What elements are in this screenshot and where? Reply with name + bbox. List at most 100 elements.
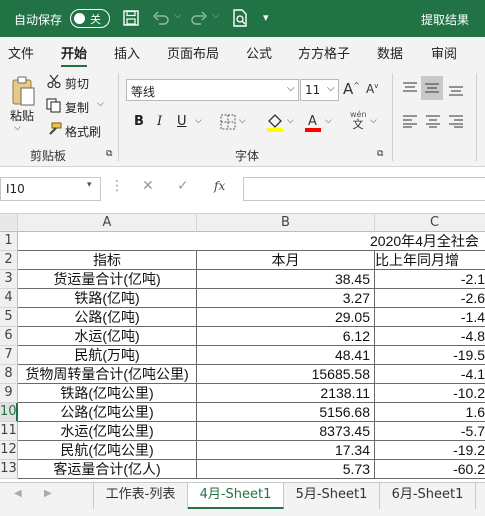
tab-fangfang[interactable]: 方方格子 (298, 43, 350, 62)
header-cell[interactable]: 本月 (197, 251, 375, 270)
redo-icon[interactable] (190, 10, 208, 26)
cut-label[interactable]: 剪切 (65, 75, 89, 92)
table-cell[interactable]: 客运量合计(亿人) (18, 460, 197, 479)
row-header[interactable]: 4 (0, 289, 18, 308)
table-cell[interactable]: 8373.45 (197, 422, 375, 441)
confirm-entry-icon[interactable]: ✓ (177, 178, 189, 194)
table-cell[interactable]: -5.7 (375, 422, 485, 441)
borders-dropdown-icon[interactable]: ⌵ (239, 116, 246, 126)
align-center-icon[interactable] (425, 114, 441, 128)
align-left-icon[interactable] (402, 114, 418, 128)
cancel-entry-icon[interactable]: ✕ (142, 178, 154, 194)
table-cell[interactable]: -19.5 (375, 346, 485, 365)
header-cell[interactable]: 指标 (18, 251, 197, 270)
grow-font-icon[interactable]: A^ (343, 80, 360, 98)
table-cell[interactable]: -19.2 (375, 441, 485, 460)
table-cell[interactable]: 15685.58 (197, 365, 375, 384)
redo-dropdown-icon[interactable]: ⌵ (212, 10, 220, 21)
row-header[interactable]: 1 (0, 232, 18, 251)
table-cell[interactable]: -10.2 (375, 384, 485, 403)
table-cell[interactable]: 6.12 (197, 327, 375, 346)
underline-button[interactable]: U (177, 114, 187, 129)
tab-home[interactable]: 开始 (61, 43, 88, 68)
sheet-tab-april[interactable]: 4月-Sheet1 (188, 483, 284, 509)
underline-dropdown-icon[interactable]: ⌵ (195, 116, 202, 126)
table-cell[interactable]: 2138.11 (197, 384, 375, 403)
table-cell[interactable]: 5.73 (197, 460, 375, 479)
undo-icon[interactable] (152, 10, 170, 26)
print-preview-icon[interactable] (232, 9, 248, 27)
table-cell[interactable]: 水运(亿吨) (18, 327, 197, 346)
table-cell[interactable]: 公路(亿吨公里) (18, 403, 197, 422)
table-cell[interactable]: 公路(亿吨) (18, 308, 197, 327)
save-icon[interactable] (123, 10, 139, 26)
sheet-tab-list[interactable]: 工作表-列表 (93, 483, 188, 509)
table-cell[interactable]: 民航(亿吨公里) (18, 441, 197, 460)
table-cell[interactable]: 货物周转量合计(亿吨公里) (18, 365, 197, 384)
table-cell[interactable]: -1.4 (375, 308, 485, 327)
table-cell[interactable]: -2.6 (375, 289, 485, 308)
select-all-corner[interactable] (0, 214, 18, 232)
shrink-font-icon[interactable]: Av (366, 82, 378, 96)
column-header-c[interactable]: C (375, 214, 485, 232)
row-header[interactable]: 7 (0, 346, 18, 365)
name-box[interactable]: I10 ▾ (0, 177, 101, 201)
cut-icon[interactable] (47, 74, 61, 88)
autosave-toggle[interactable]: 关 (70, 9, 110, 28)
table-cell[interactable]: 17.34 (197, 441, 375, 460)
column-header-b[interactable]: B (197, 214, 375, 232)
table-cell[interactable]: -4.8 (375, 327, 485, 346)
table-cell[interactable]: 38.45 (197, 270, 375, 289)
align-middle-button[interactable] (421, 76, 443, 100)
copy-label[interactable]: 复制 (65, 99, 89, 116)
insert-function-icon[interactable]: fx (214, 179, 225, 193)
bold-button[interactable]: B (134, 114, 144, 129)
paste-dropdown-icon[interactable]: ⌵ (14, 123, 21, 133)
fill-color-icon[interactable] (266, 112, 284, 132)
table-cell[interactable]: 铁路(亿吨公里) (18, 384, 197, 403)
row-header[interactable]: 9 (0, 384, 18, 403)
undo-dropdown-icon[interactable]: ⌵ (174, 10, 182, 21)
format-painter-icon[interactable] (46, 122, 62, 137)
table-cell[interactable]: -4.1 (375, 365, 485, 384)
align-right-icon[interactable] (448, 114, 464, 128)
tab-file[interactable]: 文件 (8, 43, 34, 62)
customize-toolbar-icon[interactable]: ▾ (263, 11, 269, 24)
header-cell[interactable]: 比上年同月增 (375, 251, 485, 270)
table-cell[interactable]: 29.05 (197, 308, 375, 327)
merged-title-cell[interactable] (18, 232, 375, 251)
paste-icon[interactable] (10, 75, 36, 107)
table-cell[interactable]: 3.27 (197, 289, 375, 308)
row-header[interactable]: 3 (0, 270, 18, 289)
phonetic-guide-icon[interactable]: wén 文 (350, 111, 367, 131)
tab-formulas[interactable]: 公式 (246, 43, 272, 62)
table-cell[interactable]: 民航(万吨) (18, 346, 197, 365)
row-header[interactable]: 8 (0, 365, 18, 384)
format-painter-label[interactable]: 格式刷 (65, 123, 101, 140)
copy-icon[interactable] (46, 98, 61, 113)
font-color-dropdown-icon[interactable]: ⌵ (325, 116, 332, 126)
table-cell[interactable]: 5156.68 (197, 403, 375, 422)
table-cell[interactable]: 1.6 (375, 403, 485, 422)
formula-bar-drag-handle-icon[interactable]: ⋮ (110, 178, 124, 194)
align-top-icon[interactable] (402, 81, 418, 95)
clipboard-launcher-icon[interactable]: ⧉ (106, 149, 112, 159)
font-size-select[interactable]: 11 ⌵ (300, 79, 339, 101)
phonetic-dropdown-icon[interactable]: ⌵ (370, 116, 377, 126)
italic-button[interactable]: I (157, 114, 162, 129)
font-launcher-icon[interactable]: ⧉ (377, 149, 383, 159)
row-header[interactable]: 12 (0, 441, 18, 460)
tab-insert[interactable]: 插入 (114, 43, 140, 62)
tab-data[interactable]: 数据 (377, 43, 403, 62)
table-cell[interactable]: -2.1 (375, 270, 485, 289)
title-cell[interactable]: 2020年4月全社会 (370, 232, 485, 251)
font-name-select[interactable]: 等线 ⌵ (126, 79, 299, 101)
sheet-tab-may[interactable]: 5月-Sheet1 (284, 483, 380, 509)
align-bottom-icon[interactable] (448, 83, 464, 97)
sheet-tab-june[interactable]: 6月-Sheet1 (380, 483, 476, 509)
table-cell[interactable]: 48.41 (197, 346, 375, 365)
row-header[interactable]: 13 (0, 460, 18, 479)
borders-icon[interactable] (220, 114, 236, 130)
scroll-tabs-left-icon[interactable]: ◀ (14, 488, 22, 499)
scroll-tabs-right-icon[interactable]: ▶ (44, 488, 52, 499)
